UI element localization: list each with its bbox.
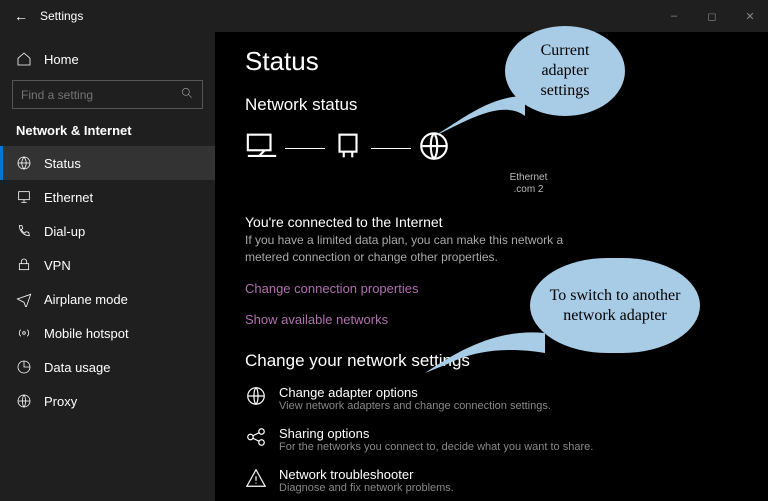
back-button[interactable]: ← <box>8 8 34 24</box>
close-button[interactable]: ✕ <box>740 10 760 23</box>
sidebar-item-label: Ethernet <box>44 190 93 205</box>
phone-icon <box>16 223 32 239</box>
sidebar: Home Network & Internet Status Ethernet … <box>0 32 215 501</box>
link-available-networks[interactable]: Show available networks <box>245 312 388 327</box>
sidebar-item-proxy[interactable]: Proxy <box>0 384 215 418</box>
sidebar-item-vpn[interactable]: VPN <box>0 248 215 282</box>
minimize-button[interactable]: – <box>664 10 684 23</box>
sidebar-item-status[interactable]: Status <box>0 146 215 180</box>
option-desc: For the networks you connect to, decide … <box>279 441 593 453</box>
search-input[interactable] <box>21 88 180 102</box>
vpn-icon <box>16 257 32 273</box>
search-box[interactable] <box>12 80 203 109</box>
window-controls: – ◻ ✕ <box>664 10 760 23</box>
adapter-icon <box>245 385 267 412</box>
pc-icon <box>245 129 279 168</box>
home-icon <box>16 51 32 67</box>
maximize-button[interactable]: ◻ <box>702 10 722 23</box>
airplane-icon <box>16 291 32 307</box>
sidebar-item-label: Mobile hotspot <box>44 326 129 341</box>
ethernet-icon <box>16 189 32 205</box>
link-connection-properties[interactable]: Change connection properties <box>245 281 418 296</box>
option-desc: View network adapters and change connect… <box>279 400 551 412</box>
sidebar-item-datausage[interactable]: Data usage <box>0 350 215 384</box>
option-sharing[interactable]: Sharing options For the networks you con… <box>245 426 744 453</box>
sidebar-item-label: Airplane mode <box>44 292 128 307</box>
sidebar-item-label: Proxy <box>44 394 77 409</box>
sidebar-item-label: Status <box>44 156 81 171</box>
sidebar-item-airplane[interactable]: Airplane mode <box>0 282 215 316</box>
sidebar-item-label: Data usage <box>44 360 111 375</box>
option-title: Sharing options <box>279 426 593 441</box>
option-change-adapter[interactable]: Change adapter options View network adap… <box>245 385 744 412</box>
connection-line <box>285 148 325 149</box>
titlebar: ← Settings – ◻ ✕ <box>0 0 768 32</box>
connected-title: You're connected to the Internet <box>245 214 744 230</box>
window-title: Settings <box>40 9 83 23</box>
option-troubleshooter[interactable]: Network troubleshooter Diagnose and fix … <box>245 467 744 494</box>
sidebar-section-label: Network & Internet <box>0 109 215 146</box>
callout-current-adapter: Current adapter settings <box>505 26 625 116</box>
callout-switch-adapter: To switch to another network adapter <box>530 258 700 353</box>
option-desc: Diagnose and fix network problems. <box>279 482 454 494</box>
search-icon <box>180 86 194 103</box>
warning-icon <box>245 467 267 494</box>
proxy-icon <box>16 393 32 409</box>
hotspot-icon <box>16 325 32 341</box>
option-title: Network troubleshooter <box>279 467 454 482</box>
sidebar-item-hotspot[interactable]: Mobile hotspot <box>0 316 215 350</box>
router-icon <box>331 129 365 168</box>
option-title: Change adapter options <box>279 385 551 400</box>
sidebar-item-dialup[interactable]: Dial-up <box>0 214 215 248</box>
sharing-icon <box>245 426 267 453</box>
sidebar-home-label: Home <box>44 52 79 67</box>
sidebar-item-label: VPN <box>44 258 71 273</box>
sidebar-home[interactable]: Home <box>0 42 215 76</box>
connected-desc: If you have a limited data plan, you can… <box>245 232 575 267</box>
page-title: Status <box>245 46 744 77</box>
connection-line <box>371 148 411 149</box>
sidebar-item-ethernet[interactable]: Ethernet <box>0 180 215 214</box>
data-usage-icon <box>16 359 32 375</box>
status-icon <box>16 155 32 171</box>
diagram-caption: Ethernet.com 2 <box>313 172 744 196</box>
sidebar-item-label: Dial-up <box>44 224 85 239</box>
